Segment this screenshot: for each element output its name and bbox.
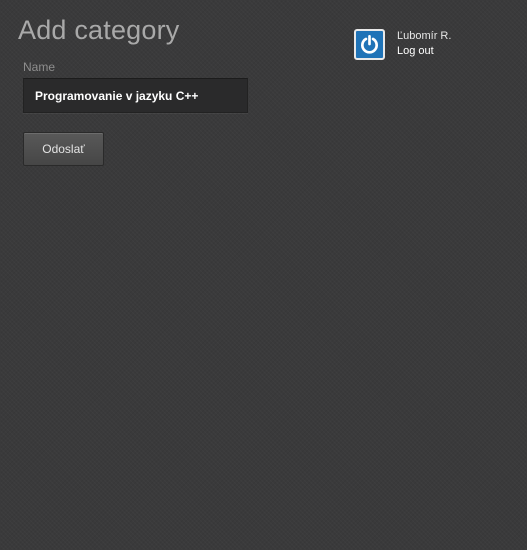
name-input[interactable]: [23, 78, 248, 113]
submit-button[interactable]: Odoslať: [23, 132, 104, 166]
page-title: Add category: [18, 15, 180, 45]
name-field-label: Name: [23, 60, 56, 74]
avatar[interactable]: [354, 29, 385, 60]
power-icon: [361, 35, 378, 54]
user-name: Ľubomír R.: [397, 30, 452, 42]
logout-link[interactable]: Log out: [397, 45, 434, 57]
